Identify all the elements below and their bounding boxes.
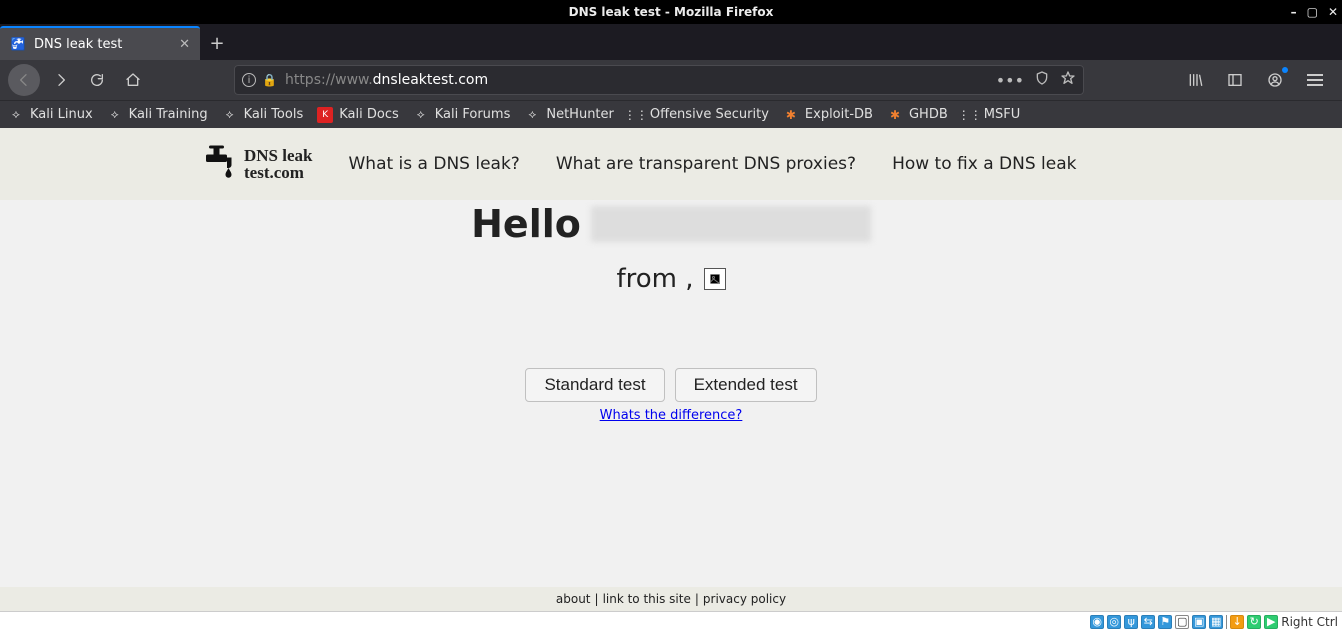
bookmark-kali-forums[interactable]: ⟡ Kali Forums: [413, 107, 511, 123]
logo-text: DNS leak test.com: [244, 147, 312, 181]
forward-button[interactable]: [46, 65, 76, 95]
vm-keyboard-icon[interactable]: ↻: [1247, 615, 1261, 629]
bookmark-star-icon[interactable]: [1060, 70, 1076, 90]
vm-mouse-icon[interactable]: ↓: [1230, 615, 1244, 629]
docs-icon: K: [317, 107, 333, 123]
tab-close-icon[interactable]: ✕: [179, 37, 190, 52]
vm-optical-icon[interactable]: ◎: [1107, 615, 1121, 629]
tracking-shield-icon[interactable]: [1034, 70, 1050, 90]
new-tab-button[interactable]: +: [200, 26, 234, 60]
dragon-icon: ⟡: [8, 107, 24, 123]
home-button[interactable]: [118, 65, 148, 95]
site-footer: about | link to this site | privacy poli…: [0, 587, 1342, 611]
window-close-icon[interactable]: ✕: [1328, 5, 1338, 19]
footer-privacy-link[interactable]: privacy policy: [703, 592, 786, 606]
host-key-label: Right Ctrl: [1281, 615, 1338, 629]
info-icon[interactable]: i: [242, 73, 256, 87]
nav-how-to-fix[interactable]: How to fix a DNS leak: [892, 154, 1076, 174]
bookmark-kali-docs[interactable]: K Kali Docs: [317, 107, 399, 123]
bookmark-kali-training[interactable]: ⟡ Kali Training: [107, 107, 208, 123]
url-bar[interactable]: i 🔒 https://www.dnsleaktest.com •••: [234, 65, 1084, 95]
vm-status-bar: ◉ ◎ ψ ⇆ ⚑ ▢ ▣ ▦ ↓ ↻ ▶ Right Ctrl: [0, 611, 1342, 631]
ip-address-redacted: [591, 206, 871, 242]
browser-tab[interactable]: 🚰 DNS leak test ✕: [0, 26, 200, 60]
flag-icon: [704, 268, 726, 290]
page-body: Hello from , Standard test Extended test…: [0, 200, 1342, 587]
bookmark-label: Kali Linux: [30, 107, 93, 122]
spider-icon: ✱: [783, 107, 799, 123]
bookmark-label: GHDB: [909, 107, 948, 122]
dragon-icon: ⟡: [107, 107, 123, 123]
bookmark-offensive-security[interactable]: ⋮⋮ Offensive Security: [628, 107, 769, 123]
vm-network-icon[interactable]: ⇆: [1141, 615, 1155, 629]
site-header: DNS leak test.com What is a DNS leak? Wh…: [0, 128, 1342, 200]
lock-icon[interactable]: 🔒: [262, 73, 277, 87]
bookmark-label: Exploit-DB: [805, 107, 873, 122]
bookmark-nethunter[interactable]: ⟡ NetHunter: [524, 107, 614, 123]
dragon-icon: ⟡: [524, 107, 540, 123]
tab-favicon-icon: 🚰: [10, 36, 26, 52]
nav-what-is-dns-leak[interactable]: What is a DNS leak?: [348, 154, 519, 174]
site-logo[interactable]: DNS leak test.com: [200, 144, 312, 184]
vm-disk-icon[interactable]: ◉: [1090, 615, 1104, 629]
menu-button[interactable]: [1300, 65, 1330, 95]
window-maximize-icon[interactable]: ▢: [1307, 5, 1318, 19]
page-viewport: DNS leak test.com What is a DNS leak? Wh…: [0, 128, 1342, 611]
spider-icon: ✱: [887, 107, 903, 123]
separator: |: [695, 592, 699, 606]
from-label: from ,: [616, 264, 693, 294]
vm-clipboard-icon[interactable]: ▶: [1264, 615, 1278, 629]
browser-toolbar: i 🔒 https://www.dnsleaktest.com •••: [0, 60, 1342, 100]
library-icon[interactable]: [1180, 65, 1210, 95]
tab-strip: 🚰 DNS leak test ✕ +: [0, 24, 1342, 60]
bookmark-msfu[interactable]: ⋮⋮ MSFU: [962, 107, 1020, 123]
bookmark-label: MSFU: [984, 107, 1020, 122]
page-actions-icon[interactable]: •••: [996, 71, 1024, 90]
nav-transparent-proxies[interactable]: What are transparent DNS proxies?: [556, 154, 856, 174]
bookmark-label: Kali Forums: [435, 107, 511, 122]
bookmark-kali-tools[interactable]: ⟡ Kali Tools: [222, 107, 304, 123]
whats-the-difference-link[interactable]: Whats the difference?: [0, 408, 1342, 423]
dragon-icon: ⟡: [413, 107, 429, 123]
bookmark-label: Offensive Security: [650, 107, 769, 122]
offsec-icon: ⋮⋮: [962, 107, 978, 123]
url-prefix: https://www.: [285, 72, 373, 88]
faucet-icon: [200, 144, 236, 184]
bookmark-label: Kali Docs: [339, 107, 399, 122]
reload-button[interactable]: [82, 65, 112, 95]
bookmark-kali-linux[interactable]: ⟡ Kali Linux: [8, 107, 93, 123]
extended-test-button[interactable]: Extended test: [675, 368, 817, 402]
vm-shared-icon[interactable]: ⚑: [1158, 615, 1172, 629]
url-text: https://www.dnsleaktest.com: [285, 72, 488, 88]
bookmark-label: Kali Training: [129, 107, 208, 122]
tab-title: DNS leak test: [34, 37, 122, 52]
footer-link-to-site[interactable]: link to this site: [603, 592, 691, 606]
bookmark-ghdb[interactable]: ✱ GHDB: [887, 107, 948, 123]
bookmark-label: Kali Tools: [244, 107, 304, 122]
bookmark-exploit-db[interactable]: ✱ Exploit-DB: [783, 107, 873, 123]
footer-about-link[interactable]: about: [556, 592, 591, 606]
bookmarks-bar: ⟡ Kali Linux ⟡ Kali Training ⟡ Kali Tools K…: [0, 100, 1342, 128]
offsec-icon: ⋮⋮: [628, 107, 644, 123]
vm-recording-icon[interactable]: ▣: [1192, 615, 1206, 629]
window-minimize-icon[interactable]: –: [1291, 5, 1297, 19]
hello-label: Hello: [471, 202, 581, 246]
url-host: dnsleaktest.com: [373, 72, 488, 88]
bookmark-label: NetHunter: [546, 107, 614, 122]
standard-test-button[interactable]: Standard test: [525, 368, 664, 402]
sidebar-icon[interactable]: [1220, 65, 1250, 95]
account-icon[interactable]: [1260, 65, 1290, 95]
dragon-icon: ⟡: [222, 107, 238, 123]
window-title: DNS leak test - Mozilla Firefox: [569, 5, 774, 19]
separator: |: [595, 592, 599, 606]
vm-audio-icon[interactable]: ▦: [1209, 615, 1223, 629]
back-button[interactable]: [8, 64, 40, 96]
divider: [1226, 615, 1227, 629]
window-titlebar: DNS leak test - Mozilla Firefox – ▢ ✕: [0, 0, 1342, 24]
vm-display-icon[interactable]: ▢: [1175, 615, 1189, 629]
vm-usb-icon[interactable]: ψ: [1124, 615, 1138, 629]
